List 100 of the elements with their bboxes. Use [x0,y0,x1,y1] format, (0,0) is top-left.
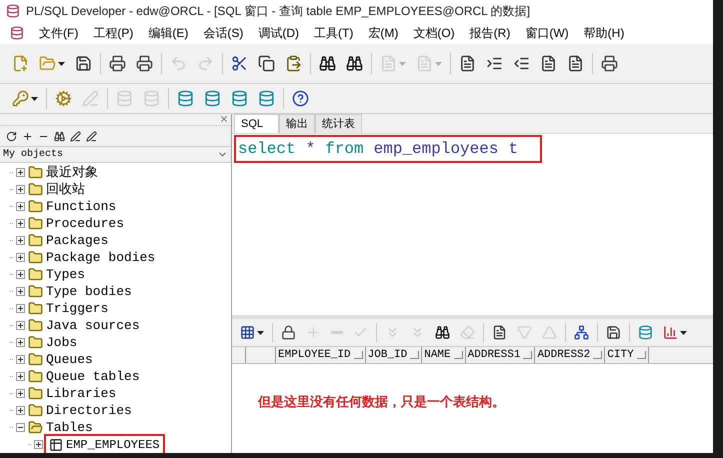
expand-toggle[interactable] [16,304,25,313]
bar-chart-icon [663,325,678,340]
binoculars-icon [346,55,363,72]
toolbar-button[interactable] [10,88,40,109]
eraser-icon [460,325,475,340]
tree-item[interactable]: Tables [46,418,93,438]
tree-item[interactable]: Java sources [46,316,140,336]
expand-toggle[interactable] [16,168,25,177]
toolbar-button[interactable] [572,323,591,342]
binoculars-icon[interactable] [54,130,65,142]
outdent-icon [513,55,530,72]
menu-item[interactable]: 报告(R) [470,24,510,42]
menu-item[interactable]: 宏(M) [368,24,398,42]
grid-icon [240,325,255,340]
filter-dropdown[interactable]: My objects [0,146,231,163]
expand-toggle[interactable] [16,406,25,415]
expand-toggle[interactable] [16,253,25,262]
tree-item[interactable]: Type bodies [46,282,132,302]
plus-icon [306,325,321,340]
expand-toggle[interactable] [34,440,43,449]
document-icon [567,55,584,72]
table-node[interactable]: EMP_EMPLOYEES [46,436,163,453]
expand-toggle[interactable] [16,270,25,279]
window-title: PL/SQL Developer - edw@ORCL - [SQL 窗口 - 查询 table EMP_EMPLOYEES@ORCL 的数据] [26,3,530,20]
toolbar-button[interactable] [290,88,311,109]
tree-item[interactable]: Procedures [46,214,124,234]
tree-item[interactable]: Types [46,264,86,284]
toolbar-button[interactable] [134,53,155,74]
tab[interactable]: SQL [234,114,279,133]
expand-toggle[interactable] [16,287,25,296]
expand-toggle[interactable] [16,338,25,347]
table-icon [49,438,63,452]
triangle-icon [542,325,557,340]
lock-icon [281,325,296,340]
menu-item[interactable]: 编辑(E) [148,24,188,42]
tree-item[interactable]: 回收站 [46,180,85,200]
column-header[interactable]: NAME [422,347,466,363]
sql-editor[interactable]: select * from emp_employees t [232,134,713,319]
folder-icon [28,250,43,265]
paste-icon [285,55,302,72]
menu-item[interactable]: 工具(T) [314,24,354,42]
document-icon [380,55,397,72]
tree-item[interactable]: Libraries [46,384,116,404]
tree-item[interactable]: Functions [46,196,116,216]
toolbar-button[interactable] [599,53,620,74]
plus-icon [18,323,23,328]
menu-item[interactable]: 帮助(H) [584,24,624,42]
toolbar-button[interactable] [256,53,277,74]
expand-toggle[interactable] [16,389,25,398]
tab[interactable]: 统计表 [315,114,362,133]
menu-item[interactable]: 会话(S) [203,24,244,42]
tab[interactable]: 输出 [279,114,315,133]
column-header[interactable]: ADDRESS2 [535,347,606,363]
plus-icon [18,272,23,277]
pen-icon[interactable] [70,130,81,142]
minus-icon [18,427,23,428]
collapse-toggle[interactable] [16,423,25,432]
tree-item[interactable]: Queue tables [46,366,140,386]
tree-item[interactable]: Directories [46,400,132,420]
refresh-icon[interactable] [6,130,17,142]
database-icon [177,90,194,107]
folder-icon [28,233,43,248]
folder-icon [28,352,43,367]
expand-toggle[interactable] [16,202,25,211]
menu-item[interactable]: 文档(O) [413,24,455,42]
database-icon [116,90,133,107]
expand-toggle[interactable] [16,372,25,381]
tree-item[interactable]: Packages [46,230,108,250]
tree-item[interactable]: Jobs [46,332,78,352]
tree-icon [574,325,589,340]
folder-icon [28,403,43,418]
menu-item[interactable]: 工程(P) [93,24,134,42]
folder-icon [28,216,43,231]
tree-item[interactable]: Package bodies [46,248,156,268]
folder-icon [28,369,43,384]
undo-icon [170,55,187,72]
tree-item[interactable]: 最近对象 [46,162,98,182]
expand-toggle[interactable] [16,185,25,194]
column-header[interactable]: JOB_ID [366,347,422,363]
toolbar-button[interactable] [107,53,128,74]
column-header[interactable]: EMPLOYEE_ID [276,347,366,363]
column-header[interactable]: ADDRESS1 [466,347,536,363]
expand-toggle[interactable] [16,355,25,364]
indent-icon [486,55,503,72]
plus-icon [18,357,23,362]
tree-item-label: EMP_EMPLOYEES [66,436,160,453]
column-header[interactable]: CITY [605,347,649,363]
folder-icon [28,420,43,435]
key-icon [12,90,29,107]
expand-toggle[interactable] [16,219,25,228]
tree-item[interactable]: Queues [46,350,93,370]
menu-item[interactable]: 窗口(W) [525,24,569,42]
plus-icon[interactable] [22,130,33,142]
close-icon[interactable] [219,114,229,124]
pen-icon[interactable] [86,130,97,142]
expand-toggle[interactable] [16,236,25,245]
expand-toggle[interactable] [16,321,25,330]
menu-item[interactable]: 调试(D) [258,24,299,42]
menu-item[interactable]: 文件(F) [39,24,78,42]
tree-item[interactable]: Triggers [46,298,108,318]
